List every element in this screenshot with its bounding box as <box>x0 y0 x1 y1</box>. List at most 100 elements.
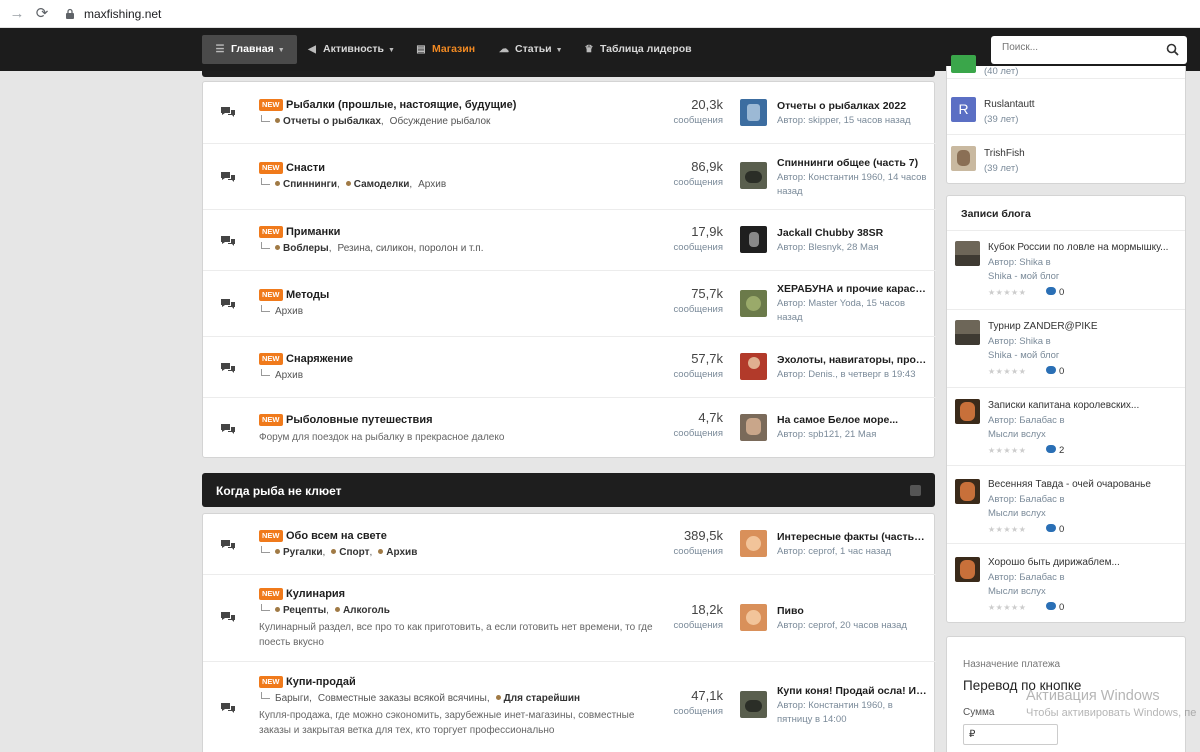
blog-entry-title[interactable]: Весенняя Тавда - очей очарованье <box>988 479 1178 490</box>
forum-row-travel[interactable]: NEW Рыболовные путешествия Форум для пое… <box>203 398 936 459</box>
forum-title[interactable]: Кулинария <box>286 588 345 600</box>
subforum-link[interactable]: Воблеры <box>283 243 329 254</box>
forum-row-general[interactable]: NEW Обо всем на свете Ругалки, Спорт, Архи… <box>203 514 936 575</box>
last-post-title[interactable]: ХЕРАБУНА и прочие карасёвые... <box>777 283 927 295</box>
subforum-link[interactable]: Архив <box>386 547 417 558</box>
subforum-link[interactable]: Отчеты о рыбалках <box>283 116 381 127</box>
forum-title[interactable]: Снасти <box>286 162 325 174</box>
blog-entry-title[interactable]: Хорошо быть дирижаблем... <box>988 557 1178 568</box>
subforum-link[interactable]: Спиннинги <box>283 179 337 190</box>
collapse-icon[interactable] <box>910 485 921 496</box>
avatar[interactable] <box>951 146 976 171</box>
forum-title[interactable]: Купи-продай <box>286 676 356 688</box>
blog-name[interactable]: Мысли вслух <box>988 428 1046 442</box>
search-input[interactable] <box>1002 42 1162 53</box>
subforum-link[interactable]: Самоделки <box>354 179 410 190</box>
search-icon[interactable] <box>1166 43 1179 56</box>
blog-entry-title[interactable]: Турнир ZANDER@PIKE <box>988 321 1178 332</box>
forum-title[interactable]: Рыбалки (прошлые, настоящие, будущие) <box>286 99 516 111</box>
member-name[interactable]: TrishFish <box>984 148 1025 159</box>
member-row[interactable]: TrishFish (39 лет) <box>947 136 1185 184</box>
nav-shop[interactable]: ▤ Магазин <box>403 35 487 64</box>
avatar[interactable] <box>955 479 980 504</box>
category-title[interactable]: Когда рыба не клюет <box>216 484 342 498</box>
last-post-title[interactable]: Интересные факты (часть два) <box>777 531 927 543</box>
subforum-link[interactable]: Барыги <box>275 693 309 704</box>
blog-entry-title[interactable]: Кубок России по ловле на мормышку... <box>988 242 1178 253</box>
last-post-title[interactable]: Купи коня! Продай осла! Или... <box>777 685 927 697</box>
avatar[interactable] <box>740 604 767 631</box>
avatar[interactable] <box>740 691 767 718</box>
subforum-link[interactable]: Резина, силикон, поролон и т.п. <box>337 243 483 254</box>
forum-title[interactable]: Снаряжение <box>286 353 353 365</box>
avatar[interactable] <box>951 55 976 73</box>
nav-leaderboard[interactable]: ♛ Таблица лидеров <box>571 35 704 64</box>
blog-name[interactable]: Shika - мой блог <box>988 270 1059 284</box>
avatar[interactable] <box>740 530 767 557</box>
blog-name[interactable]: Мысли вслух <box>988 585 1046 599</box>
member-row[interactable]: R Ruslantautt (39 лет) <box>947 81 1185 135</box>
member-row[interactable]: (40 лет) <box>947 55 1185 79</box>
forum-title[interactable]: Методы <box>286 289 329 301</box>
subforum-link[interactable]: Архив <box>418 179 446 190</box>
subforum-link[interactable]: Архив <box>275 370 303 381</box>
subforum-link[interactable]: Ругалки <box>283 547 322 558</box>
last-post-title[interactable]: Jackall Chubby 38SR <box>777 227 927 239</box>
blog-name[interactable]: Shika - мой блог <box>988 349 1059 363</box>
blog-entry[interactable]: Хорошо быть дирижаблем... Автор: Балабас… <box>947 544 1185 622</box>
blog-entry[interactable]: Записки капитана королевских... Автор: Б… <box>947 388 1185 466</box>
last-post-title[interactable]: На самое Белое море... <box>777 414 927 426</box>
blog-entry[interactable]: Весенняя Тавда - очей очарованье Автор: … <box>947 466 1185 544</box>
avatar[interactable] <box>740 226 767 253</box>
blog-entry-title[interactable]: Записки капитана королевских... <box>988 400 1178 411</box>
comment-count[interactable]: 0 <box>1046 602 1064 613</box>
forum-row-fishing[interactable]: NEW Рыбалки (прошлые, настоящие, будущие… <box>203 82 936 144</box>
subforum-link[interactable]: Обсуждение рыбалок <box>390 116 491 127</box>
nav-activity[interactable]: ◀ Активность ▼ <box>294 35 407 64</box>
forum-title[interactable]: Обо всем на свете <box>286 530 387 542</box>
avatar[interactable] <box>740 162 767 189</box>
member-name[interactable]: Ruslantautt <box>984 99 1035 110</box>
blog-entry[interactable]: Турнир ZANDER@PIKE Автор: Shika в Shika … <box>947 310 1185 388</box>
chat-bubbles-icon <box>221 172 235 182</box>
last-post-title[interactable]: Пиво <box>777 605 927 617</box>
avatar[interactable] <box>955 557 980 582</box>
forum-title[interactable]: Приманки <box>286 226 340 238</box>
avatar[interactable] <box>955 399 980 424</box>
avatar[interactable] <box>740 353 767 380</box>
address-bar-url[interactable]: maxfishing.net <box>84 7 161 21</box>
forum-row-marketplace[interactable]: NEW Купи-продай Барыги, Совместные заказы… <box>203 662 936 752</box>
subforum-link[interactable]: Спорт <box>339 547 369 558</box>
comment-count[interactable]: 0 <box>1046 366 1064 377</box>
nav-articles[interactable]: ☁ Статьи ▼ <box>486 35 575 64</box>
forum-row-lures[interactable]: NEW Приманки Воблеры, Резина, силикон, по… <box>203 210 936 271</box>
last-post-title[interactable]: Спиннинги общее (часть 7) <box>777 157 927 169</box>
avatar[interactable] <box>740 290 767 317</box>
nav-home[interactable]: ☰ Главная ▼ <box>202 35 297 64</box>
subforum-link[interactable]: Совместные заказы всякой всячины <box>318 693 487 704</box>
last-post-title[interactable]: Отчеты о рыбалках 2022 <box>777 100 927 112</box>
subforum-link[interactable]: Рецепты <box>283 605 326 616</box>
comment-count[interactable]: 2 <box>1046 445 1064 456</box>
forum-row-tackle[interactable]: NEW Снасти Спиннинги, Самоделки, Архив 86,… <box>203 144 936 210</box>
forum-title[interactable]: Рыболовные путешествия <box>286 414 433 426</box>
comment-count[interactable]: 0 <box>1046 287 1064 298</box>
forum-row-methods[interactable]: NEW Методы Архив 75,7k сообщения ХЕРАБУН… <box>203 271 936 337</box>
reload-icon[interactable]: ⟳ <box>33 5 51 23</box>
comment-count[interactable]: 0 <box>1046 524 1064 535</box>
amount-input[interactable]: ₽ <box>963 724 1058 745</box>
avatar[interactable]: R <box>951 97 976 122</box>
subforum-link[interactable]: Алкоголь <box>343 605 390 616</box>
last-post-title[interactable]: Эхолоты, навигаторы, прочая... <box>777 354 927 366</box>
avatar[interactable] <box>955 241 980 266</box>
forum-row-cooking[interactable]: NEW Кулинария Рецепты, Алкоголь Кулинарны… <box>203 575 936 662</box>
subforum-link[interactable]: Для старейшин <box>504 693 580 704</box>
avatar[interactable] <box>740 99 767 126</box>
back-arrow-icon[interactable]: → <box>8 5 26 23</box>
blog-name[interactable]: Мысли вслух <box>988 507 1046 521</box>
avatar[interactable] <box>955 320 980 345</box>
subforum-link[interactable]: Архив <box>275 306 303 317</box>
blog-entry[interactable]: Кубок России по ловле на мормышку... Авт… <box>947 232 1185 310</box>
forum-row-gear[interactable]: NEW Снаряжение Архив 57,7k сообщения Эхо… <box>203 337 936 398</box>
avatar[interactable] <box>740 414 767 441</box>
